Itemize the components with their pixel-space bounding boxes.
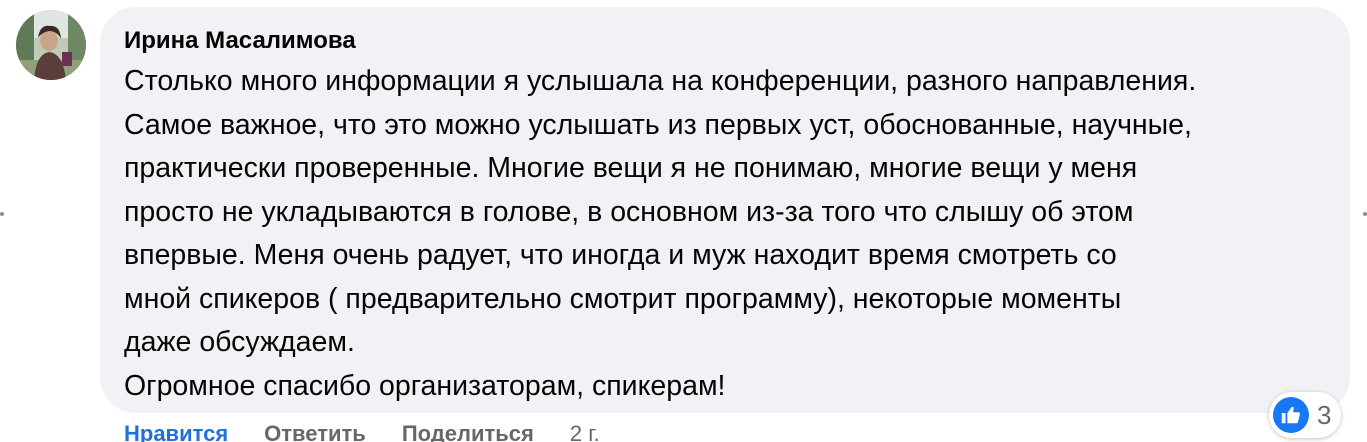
comment-container: Ирина Масалимова Столько много информаци… [0, 0, 1367, 442]
reply-button[interactable]: Ответить [264, 421, 366, 442]
comment-author-name[interactable]: Ирина Масалимова [124, 25, 356, 57]
avatar[interactable] [16, 10, 86, 80]
comment-text-line: даже обсуждаем. [124, 326, 355, 358]
comment-text-line: Самое важное, что это можно услышать из … [124, 108, 1192, 141]
comment-text-line: впервые. Меня очень радует, что иногда и… [124, 239, 1117, 271]
thumbs-up-icon [1273, 397, 1309, 433]
comment-text-line: Огромное спасибо организаторам, спикерам… [124, 369, 726, 402]
reaction-count: 3 [1317, 399, 1332, 430]
reaction-summary[interactable]: 3 [1269, 392, 1342, 438]
comment-text-line: просто не укладываются в голове, в основ… [124, 195, 1134, 228]
comment-text: Столько много информации я услышала на к… [124, 60, 1339, 408]
comment-text-line: практически проверенные. Многие вещи я н… [124, 152, 1138, 184]
comment-text-line: мной спикеров ( предварительно смотрит п… [124, 282, 1122, 315]
comment-text-line: Столько много информации я услышала на к… [124, 65, 1197, 97]
avatar-photo [16, 10, 86, 80]
right-edge-dot [1363, 212, 1367, 216]
comment-actions: Нравится Ответить Поделиться 2 г. [124, 421, 600, 442]
left-edge-dot [0, 212, 4, 216]
like-button[interactable]: Нравится [124, 421, 228, 442]
comment-timestamp[interactable]: 2 г. [570, 421, 600, 442]
share-button[interactable]: Поделиться [402, 421, 534, 442]
